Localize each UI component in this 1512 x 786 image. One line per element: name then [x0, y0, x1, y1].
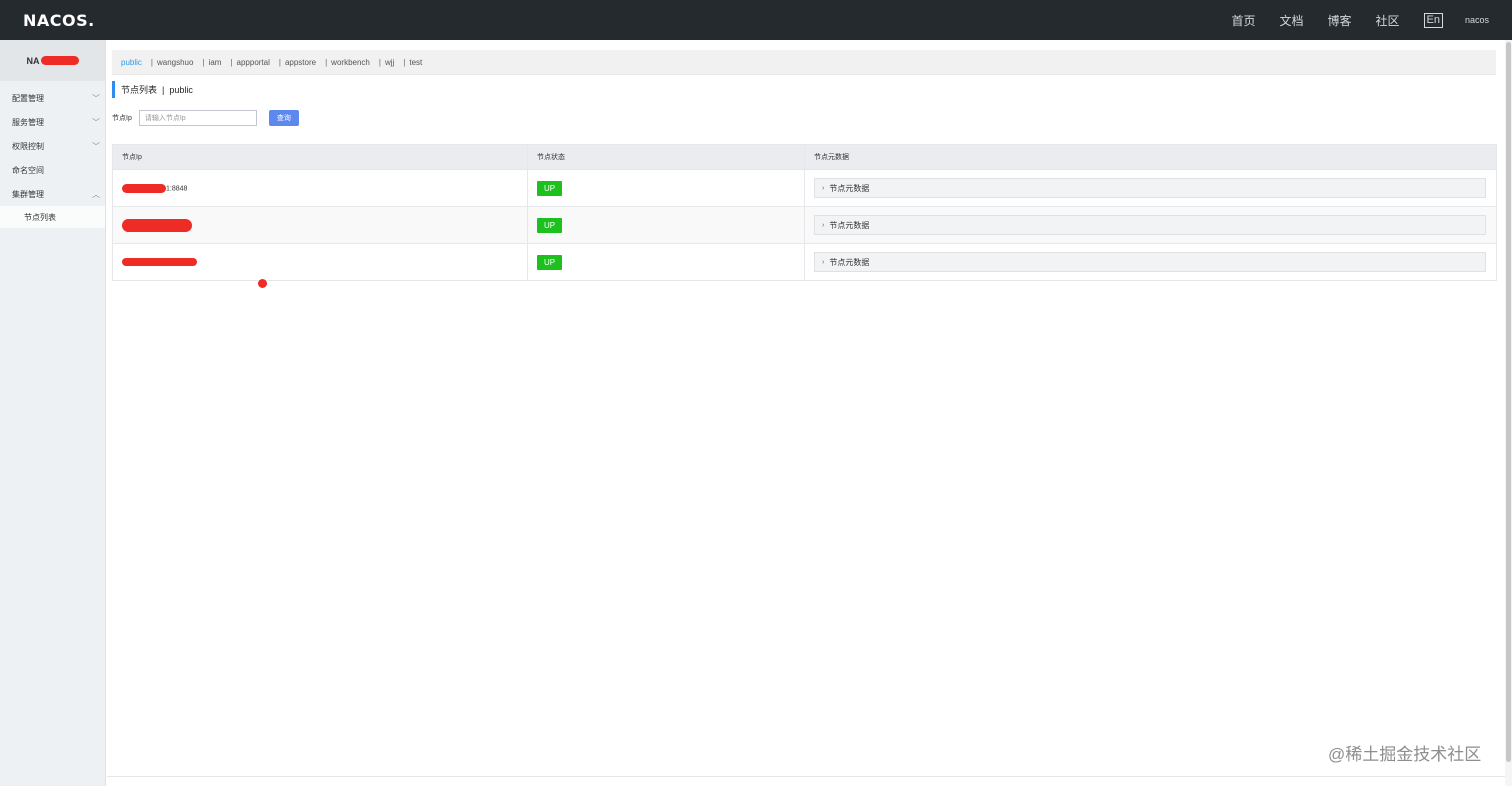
sidebar-subitem-node-list[interactable]: 节点列表 [0, 206, 105, 228]
sidebar-item-cluster[interactable]: 集群管理 ︿ [0, 182, 105, 206]
metadata-label: 节点元数据 [829, 220, 870, 230]
node-status-cell: UP [527, 206, 805, 244]
table-header-row: 节点Ip 节点状态 节点元数据 [112, 144, 1497, 170]
main-content: public | wangshuo | iam | appportal | ap… [107, 40, 1505, 786]
column-header-status: 节点状态 [527, 144, 805, 170]
query-button[interactable]: 查询 [268, 110, 299, 126]
status-badge: UP [537, 180, 563, 196]
scrollbar-thumb[interactable] [1506, 42, 1511, 762]
namespace-wangshuo[interactable]: wangshuo [157, 58, 193, 67]
namespace-separator: | [378, 57, 381, 67]
node-metadata-cell: › 节点元数据 [804, 243, 1497, 281]
namespace-workbench[interactable]: workbench [331, 58, 370, 67]
namespace-separator: | [325, 57, 328, 67]
nav-home-link[interactable]: 首页 [1231, 12, 1255, 29]
column-header-metadata: 节点元数据 [804, 144, 1497, 170]
namespace-separator: | [403, 57, 406, 67]
user-menu[interactable]: nacos [1465, 15, 1489, 25]
redaction-mark [122, 258, 197, 266]
namespace-test[interactable]: test [409, 58, 422, 67]
sidebar-item-label: 命名空间 [12, 165, 44, 175]
table-row: 1:8848 UP › 节点元数据 [112, 169, 1497, 207]
namespace-wjj[interactable]: wjj [385, 58, 394, 67]
sidebar-subitem-label: 节点列表 [24, 212, 56, 222]
chevron-down-icon: ﹀ [92, 141, 100, 151]
table-row: UP › 节点元数据 [112, 243, 1497, 281]
page-title-namespace: public [169, 84, 193, 95]
node-ip-label: 节点Ip [112, 115, 132, 122]
redaction-mark [122, 218, 192, 232]
sidebar-title: NA [26, 55, 40, 66]
node-ip-cell: 1:8848 [112, 169, 528, 207]
node-table: 节点Ip 节点状态 节点元数据 1:8848 UP › 节点元数据 UP › 节… [112, 144, 1497, 281]
search-form: 节点Ip 查询 [112, 110, 299, 126]
page-title-text: 节点列表 [121, 85, 158, 95]
chevron-right-icon: › [822, 258, 825, 266]
page-title-separator: | [162, 84, 165, 95]
metadata-collapse[interactable]: › 节点元数据 [814, 252, 1486, 272]
table-row: UP › 节点元数据 [112, 206, 1497, 244]
watermark-text: @稀土掘金技术社区 [1328, 745, 1482, 764]
metadata-collapse[interactable]: › 节点元数据 [814, 215, 1486, 235]
node-status-cell: UP [527, 169, 805, 207]
status-badge: UP [537, 254, 563, 270]
page-title: 节点列表 | public [112, 81, 193, 98]
chevron-right-icon: › [822, 184, 825, 192]
node-ip-search-input[interactable] [138, 110, 257, 126]
sidebar-item-label: 集群管理 [12, 189, 44, 199]
namespace-appstore[interactable]: appstore [285, 58, 316, 67]
vertical-scrollbar[interactable] [1505, 40, 1512, 786]
namespace-separator: | [202, 57, 205, 67]
metadata-label: 节点元数据 [829, 183, 870, 193]
chevron-up-icon: ︿ [92, 189, 100, 199]
node-ip-cell [112, 243, 528, 281]
nacos-logo[interactable]: NACOS. [23, 11, 95, 30]
namespace-appportal[interactable]: appportal [237, 58, 270, 67]
sidebar-item-config[interactable]: 配置管理 ﹀ [0, 86, 105, 110]
red-dot-marker [258, 279, 267, 288]
redaction-mark [40, 56, 79, 65]
sidebar-item-service[interactable]: 服务管理 ﹀ [0, 110, 105, 134]
sidebar: NA 配置管理 ﹀ 服务管理 ﹀ 权限控制 ﹀ 命名空间 集群管理 ︿ 节点列表 [0, 40, 106, 786]
namespace-iam[interactable]: iam [209, 58, 222, 67]
sidebar-item-label: 权限控制 [12, 141, 44, 151]
sidebar-header: NA [0, 40, 105, 81]
nav-docs-link[interactable]: 文档 [1279, 12, 1303, 29]
top-header: NACOS. 首页 文档 博客 社区 En nacos [0, 0, 1512, 40]
chevron-right-icon: › [822, 221, 825, 229]
node-metadata-cell: › 节点元数据 [804, 169, 1497, 207]
nav-blog-link[interactable]: 博客 [1327, 12, 1351, 29]
namespace-separator: | [150, 57, 153, 67]
language-switch-button[interactable]: En [1423, 12, 1443, 28]
namespace-separator: | [230, 57, 233, 67]
sidebar-menu: 配置管理 ﹀ 服务管理 ﹀ 权限控制 ﹀ 命名空间 集群管理 ︿ 节点列表 [0, 81, 105, 228]
sidebar-item-namespace[interactable]: 命名空间 [0, 158, 105, 182]
chevron-down-icon: ﹀ [92, 93, 100, 103]
status-badge: UP [537, 217, 563, 233]
namespace-public[interactable]: public [121, 58, 142, 67]
chevron-down-icon: ﹀ [92, 117, 100, 127]
sidebar-item-auth[interactable]: 权限控制 ﹀ [0, 134, 105, 158]
redaction-mark [122, 183, 166, 193]
node-metadata-cell: › 节点元数据 [804, 206, 1497, 244]
footer-divider [107, 776, 1505, 777]
top-nav: 首页 文档 博客 社区 En nacos [1231, 0, 1512, 40]
metadata-label: 节点元数据 [829, 257, 870, 267]
node-ip-cell [112, 206, 528, 244]
metadata-collapse[interactable]: › 节点元数据 [814, 178, 1486, 198]
column-header-ip: 节点Ip [112, 144, 528, 170]
sidebar-item-label: 服务管理 [12, 117, 44, 127]
node-ip-port: 1:8848 [166, 184, 188, 192]
sidebar-item-label: 配置管理 [12, 93, 44, 103]
node-status-cell: UP [527, 243, 805, 281]
namespace-separator: | [278, 57, 281, 67]
namespace-bar: public | wangshuo | iam | appportal | ap… [112, 50, 1496, 75]
nav-community-link[interactable]: 社区 [1375, 12, 1399, 29]
